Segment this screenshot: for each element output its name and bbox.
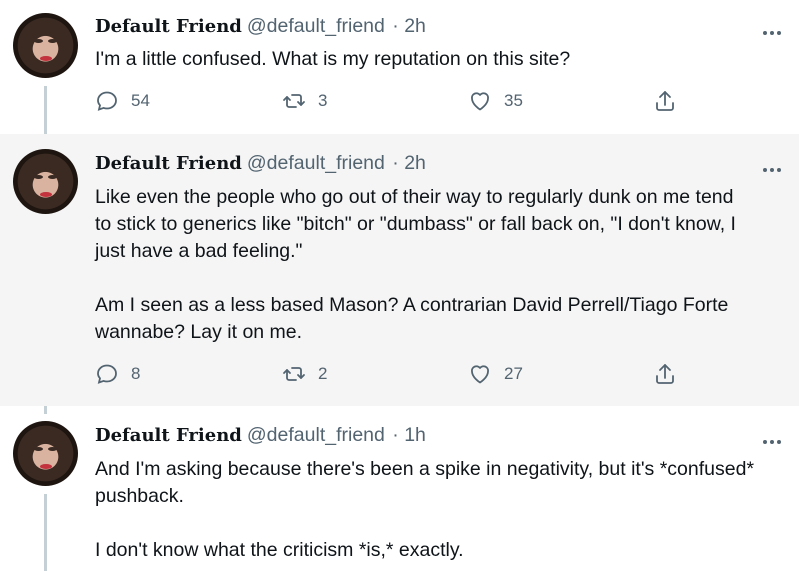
- avatar-eye: [48, 447, 57, 451]
- avatar[interactable]: [13, 421, 78, 486]
- timestamp[interactable]: · 2h: [392, 15, 426, 37]
- tweet-text: And I'm asking because there's been a sp…: [95, 458, 755, 561]
- tweet-text: I'm a little confused. What is my reputa…: [95, 48, 571, 70]
- tweet-header: Default Friend @default_friend · 2h: [95, 15, 426, 38]
- reply-button[interactable]: 54: [95, 89, 150, 113]
- tweet-header: Default Friend @default_friend · 2h: [95, 152, 426, 175]
- retweet-count: 3: [318, 91, 328, 110]
- more-icon[interactable]: [761, 22, 785, 35]
- user-handle[interactable]: @default_friend: [247, 424, 385, 446]
- avatar-eye: [34, 175, 43, 179]
- heart-icon: [471, 365, 489, 384]
- avatar-lips: [40, 192, 52, 197]
- avatar-lips: [40, 464, 52, 469]
- share-button[interactable]: [653, 362, 689, 386]
- share-icon: [656, 364, 674, 384]
- tweet-header: Default Friend @default_friend · 1h: [95, 424, 426, 447]
- user-handle[interactable]: @default_friend: [247, 15, 385, 37]
- display-name[interactable]: Default Friend: [95, 425, 242, 446]
- more-icon[interactable]: [761, 159, 785, 172]
- retweet-count: 2: [318, 364, 328, 383]
- avatar-eye: [48, 39, 57, 43]
- avatar-eye: [34, 39, 43, 43]
- action-bar: 8 2 27: [95, 362, 795, 392]
- reply-icon: [97, 91, 117, 111]
- action-bar: 54 3 35: [95, 89, 795, 119]
- avatar-eye: [34, 447, 43, 451]
- retweet-button[interactable]: 2: [282, 362, 327, 386]
- more-icon[interactable]: [761, 431, 785, 444]
- avatar[interactable]: [13, 13, 78, 78]
- like-count: 35: [504, 91, 523, 110]
- tweet[interactable]: Default Friend @default_friend · 2h I'm a…: [0, 0, 799, 134]
- user-handle[interactable]: @default_friend: [247, 152, 385, 174]
- retweet-icon: [283, 367, 305, 381]
- tweet[interactable]: Default Friend @default_friend · 1h And I…: [0, 406, 799, 571]
- retweet-icon: [283, 94, 305, 108]
- avatar-eye: [48, 175, 57, 179]
- timestamp[interactable]: · 2h: [392, 152, 426, 174]
- like-button[interactable]: 35: [468, 89, 523, 113]
- reply-count: 8: [131, 364, 141, 383]
- retweet-button[interactable]: 3: [282, 89, 327, 113]
- display-name[interactable]: Default Friend: [95, 16, 242, 37]
- avatar-lips: [40, 56, 52, 61]
- share-icon: [656, 91, 674, 111]
- tweet[interactable]: Default Friend @default_friend · 2h Like …: [0, 134, 799, 406]
- heart-icon: [471, 92, 489, 111]
- timestamp[interactable]: · 1h: [392, 424, 426, 446]
- share-button[interactable]: [653, 89, 689, 113]
- reply-icon: [97, 364, 117, 384]
- like-count: 27: [504, 364, 523, 383]
- reply-button[interactable]: 8: [95, 362, 140, 386]
- tweet-text: Like even the people who go out of their…: [95, 186, 736, 343]
- display-name[interactable]: Default Friend: [95, 153, 242, 174]
- like-button[interactable]: 27: [468, 362, 523, 386]
- avatar[interactable]: [13, 149, 78, 214]
- reply-count: 54: [131, 91, 150, 110]
